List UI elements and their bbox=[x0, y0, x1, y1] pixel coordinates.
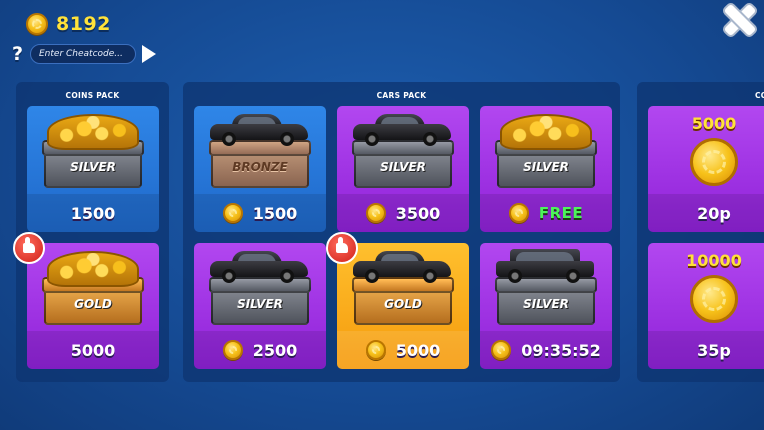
card-art: SILVER bbox=[27, 106, 159, 194]
coin-icon bbox=[222, 203, 243, 223]
card-art: SILVER bbox=[194, 243, 326, 331]
card-art: 5000 bbox=[648, 106, 764, 194]
chest-label: SILVER bbox=[70, 160, 116, 174]
coins-pile-icon bbox=[47, 251, 139, 287]
chest-label: GOLD bbox=[384, 297, 422, 311]
timer: 09:35:52 bbox=[521, 340, 601, 360]
gold-chest-icon: GOLD bbox=[354, 283, 452, 325]
card-footer: 5000 bbox=[27, 331, 159, 369]
price: 3500 bbox=[395, 203, 441, 223]
free-label: FREE bbox=[538, 204, 584, 222]
coin-icon bbox=[365, 340, 386, 360]
card-footer: 3500 bbox=[337, 194, 469, 232]
cars-pack-card-silver-2[interactable]: SILVER 2500 bbox=[194, 243, 326, 369]
coins-pack-title: COINS PACK bbox=[65, 91, 120, 100]
coin-icon bbox=[365, 203, 386, 223]
card-footer: 20p bbox=[648, 194, 764, 232]
card-footer: 5000 bbox=[337, 331, 469, 369]
chest-label: SILVER bbox=[380, 160, 426, 174]
chest-label: SILVER bbox=[523, 297, 569, 311]
card-footer: FREE bbox=[480, 194, 612, 232]
car-icon bbox=[210, 112, 308, 146]
coins-pile-icon bbox=[500, 114, 592, 150]
card-footer: 35p bbox=[648, 331, 764, 369]
cars-pack-title: CARS PACK bbox=[376, 91, 427, 100]
chest-label: BRONZE bbox=[232, 160, 288, 174]
suv-car-icon bbox=[496, 249, 594, 283]
card-art: GOLD bbox=[337, 243, 469, 331]
cars-pack-card-timer[interactable]: SILVER 09:35:52 bbox=[480, 243, 612, 369]
chest-label: SILVER bbox=[237, 297, 283, 311]
card-art: GOLD bbox=[27, 243, 159, 331]
silver-chest-icon: SILVER bbox=[44, 146, 142, 188]
coin-icon bbox=[222, 340, 243, 360]
chest-label: SILVER bbox=[523, 160, 569, 174]
close-icon[interactable] bbox=[720, 0, 760, 40]
coin-icon bbox=[508, 203, 529, 223]
thumbs-up-icon bbox=[13, 232, 45, 264]
coin-icon bbox=[26, 13, 48, 35]
bronze-chest-icon: BRONZE bbox=[211, 146, 309, 188]
big-coin-icon bbox=[690, 138, 738, 186]
coins-pack-card-gold[interactable]: GOLD 5000 bbox=[27, 243, 159, 369]
card-art: SILVER bbox=[480, 106, 612, 194]
cars-pack-card-silver[interactable]: SILVER 3500 bbox=[337, 106, 469, 232]
silver-chest-icon: SILVER bbox=[497, 146, 595, 188]
balance-value: 8192 bbox=[56, 13, 111, 35]
thumbs-up-icon bbox=[326, 232, 358, 264]
help-icon[interactable]: ? bbox=[12, 43, 26, 65]
card-footer: 1500 bbox=[27, 194, 159, 232]
car-icon bbox=[353, 112, 451, 146]
price: 1500 bbox=[70, 203, 116, 223]
card-footer: 1500 bbox=[194, 194, 326, 232]
coin-amount: 5000 bbox=[691, 114, 737, 133]
cheatcode-row: ? bbox=[12, 43, 156, 65]
silver-chest-icon: SILVER bbox=[211, 283, 309, 325]
coins-pack-card-silver[interactable]: SILVER 1500 bbox=[27, 106, 159, 232]
coin-offer-card-10000[interactable]: 10000 35p bbox=[648, 243, 764, 369]
chest-label: GOLD bbox=[74, 297, 112, 311]
price: 1500 bbox=[252, 203, 298, 223]
cars-pack-card-gold[interactable]: GOLD 5000 bbox=[337, 243, 469, 369]
car-icon bbox=[210, 249, 308, 283]
card-art: BRONZE bbox=[194, 106, 326, 194]
price: 2500 bbox=[252, 340, 298, 360]
coin-offers-title: CO bbox=[755, 91, 764, 100]
price: 5000 bbox=[70, 340, 116, 360]
coin-icon bbox=[491, 340, 512, 360]
coins-pile-icon bbox=[47, 114, 139, 150]
card-art: SILVER bbox=[480, 243, 612, 331]
card-footer: 2500 bbox=[194, 331, 326, 369]
cars-pack-card-bronze[interactable]: BRONZE 1500 bbox=[194, 106, 326, 232]
price: 5000 bbox=[395, 340, 441, 360]
cars-pack-card-free[interactable]: SILVER FREE bbox=[480, 106, 612, 232]
coin-offer-card-5000[interactable]: 5000 20p bbox=[648, 106, 764, 232]
car-icon bbox=[353, 249, 451, 283]
submit-cheatcode-play-icon[interactable] bbox=[142, 45, 156, 63]
price: 35p bbox=[697, 340, 731, 360]
gold-chest-icon: GOLD bbox=[44, 283, 142, 325]
coin-balance: 8192 bbox=[26, 11, 111, 37]
price: 20p bbox=[697, 203, 731, 223]
cheatcode-input[interactable] bbox=[30, 44, 136, 64]
big-coin-icon bbox=[690, 275, 738, 323]
coin-amount: 10000 bbox=[686, 251, 742, 270]
card-art: SILVER bbox=[337, 106, 469, 194]
card-footer: 09:35:52 bbox=[480, 331, 612, 369]
silver-chest-icon: SILVER bbox=[354, 146, 452, 188]
silver-chest-icon: SILVER bbox=[497, 283, 595, 325]
card-art: 10000 bbox=[648, 243, 764, 331]
